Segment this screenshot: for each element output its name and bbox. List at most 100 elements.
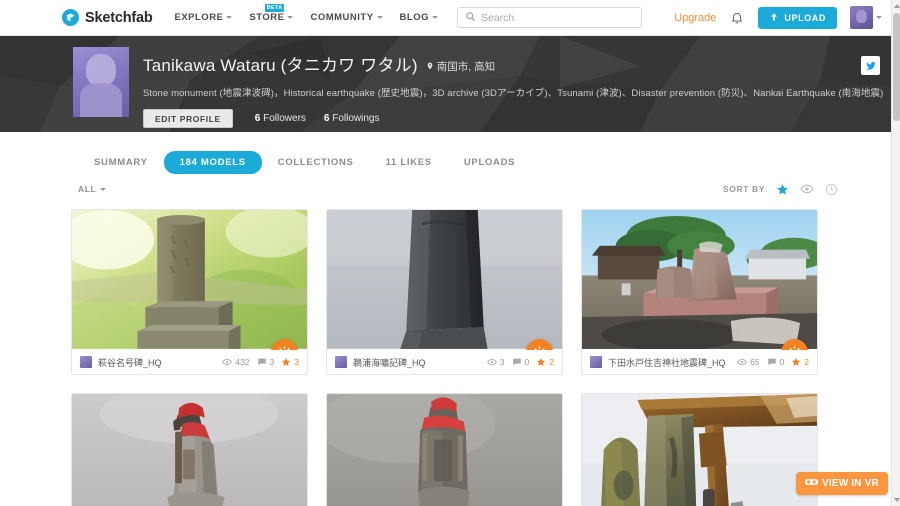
star-icon <box>792 357 801 366</box>
profile-tags: Stone monument (地震津波碑)，Historical earthq… <box>143 88 884 99</box>
tab-likes[interactable]: 11 LIKES <box>370 151 448 174</box>
followings-stat[interactable]: 6 Followings <box>324 113 380 124</box>
profile-name-row: Tanikawa Wataru (タニカワ ワタル) 南国市, 高知 <box>143 51 883 76</box>
view-in-vr-button[interactable]: VIEW IN VR <box>795 472 888 495</box>
model-title[interactable]: 下田水戸住吉神社地震碑_HQ <box>608 356 726 369</box>
model-stats: 65 0 2 <box>737 357 809 367</box>
tab-summary[interactable]: SUMMARY <box>78 151 164 174</box>
nav-item-community[interactable]: COMMUNITY <box>310 12 383 23</box>
chevron-down-icon <box>376 16 383 19</box>
brand-name: Sketchfab <box>85 9 153 26</box>
scrollbar-thumb[interactable] <box>893 13 900 121</box>
chevron-down-icon <box>100 187 107 191</box>
followers-count: 6 <box>254 113 261 124</box>
sketchfab-profile-page: Sketchfab EXPLORE STORE BETA COMMUNITY B… <box>0 0 900 506</box>
tab-models[interactable]: 184 MODELS <box>163 150 262 174</box>
model-card-footer: 萩谷名号碑_HQ 432 3 3 <box>72 350 307 374</box>
vr-goggles-icon <box>804 477 818 490</box>
nav-item-community-label: COMMUNITY <box>310 12 374 23</box>
model-thumbnail[interactable] <box>327 210 562 350</box>
chevron-down-icon <box>876 16 882 19</box>
model-likes-count: 2 <box>804 357 809 367</box>
search-box[interactable] <box>457 7 642 28</box>
followings-label: Followings <box>332 113 380 124</box>
model-card[interactable] <box>581 393 818 506</box>
scroll-down-arrow-icon[interactable] <box>893 498 900 502</box>
beta-badge: BETA <box>264 4 285 12</box>
location-pin-icon <box>427 62 433 70</box>
filter-all-dropdown[interactable]: ALL <box>78 184 107 194</box>
model-comments-count: 3 <box>269 357 275 367</box>
model-likes: 3 <box>281 357 299 367</box>
profile-avatar[interactable] <box>73 47 129 117</box>
model-views-count: 432 <box>235 357 250 367</box>
model-thumbnail[interactable] <box>327 394 562 506</box>
scroll-up-arrow-icon[interactable] <box>893 4 900 8</box>
model-views: 432 <box>222 357 250 367</box>
model-comments: 0 <box>512 357 529 367</box>
model-thumbnail[interactable] <box>582 394 817 506</box>
nav-item-blog-label: BLOG <box>399 12 429 23</box>
comment-icon <box>767 358 776 366</box>
star-icon <box>282 357 291 366</box>
sun-gear-icon <box>534 346 545 350</box>
model-likes-count: 2 <box>549 357 554 367</box>
chevron-down-icon <box>226 16 233 19</box>
nav-item-explore[interactable]: EXPLORE <box>175 12 233 23</box>
nav-item-explore-label: EXPLORE <box>174 12 224 23</box>
model-title[interactable]: 鵜浦海嘯記碑_HQ <box>353 356 426 369</box>
thumbnail-art-shelter-markers <box>582 394 817 506</box>
sort-by-views-icon[interactable] <box>800 182 814 196</box>
nav-item-store[interactable]: STORE BETA <box>249 4 294 23</box>
thumbnail-art-grey-stele <box>327 210 562 349</box>
model-card[interactable]: 下田水戸住吉神社地震碑_HQ 65 0 2 <box>581 209 818 375</box>
thumbnail-art-outdoor-rock <box>582 210 817 349</box>
chevron-down-icon <box>287 16 294 19</box>
model-card[interactable]: 鵜浦海嘯記碑_HQ 3 0 2 <box>326 209 563 375</box>
page-scrollbar[interactable] <box>891 0 900 506</box>
top-navigation-bar: Sketchfab EXPLORE STORE BETA COMMUNITY B… <box>0 0 900 36</box>
model-thumbnail[interactable] <box>72 210 307 350</box>
tab-collections[interactable]: COLLECTIONS <box>262 151 370 174</box>
comment-icon <box>512 358 521 366</box>
model-stats: 432 3 3 <box>222 357 299 367</box>
nav-item-blog[interactable]: BLOG <box>400 12 438 23</box>
model-views-count: 3 <box>499 357 505 367</box>
filter-all-label: ALL <box>78 184 97 194</box>
sketchfab-logo-link[interactable]: Sketchfab <box>62 9 153 26</box>
model-card-footer: 鵜浦海嘯記碑_HQ 3 0 2 <box>327 350 562 374</box>
upgrade-link[interactable]: Upgrade <box>674 12 716 24</box>
model-comments: 0 <box>767 357 784 367</box>
model-card[interactable]: 萩谷名号碑_HQ 432 3 3 <box>71 209 308 375</box>
upload-button[interactable]: UPLOAD <box>758 6 837 29</box>
model-author-avatar <box>80 356 92 368</box>
model-views: 65 <box>737 357 760 367</box>
search-input[interactable] <box>481 11 634 24</box>
profile-location-label: 南国市, 高知 <box>436 60 496 73</box>
twitter-share-button[interactable] <box>861 56 880 75</box>
model-views: 3 <box>486 357 505 367</box>
thumbnail-art-forest-monument <box>72 210 307 349</box>
tab-uploads[interactable]: UPLOADS <box>448 151 531 174</box>
sort-by-recent-icon[interactable] <box>825 183 838 196</box>
model-title[interactable]: 萩谷名号碑_HQ <box>98 356 162 369</box>
model-thumbnail[interactable] <box>72 394 307 506</box>
upload-button-label: UPLOAD <box>784 12 826 23</box>
sun-gear-icon <box>279 346 290 350</box>
model-views-count: 65 <box>750 357 760 367</box>
notification-bell-icon[interactable] <box>730 11 744 25</box>
model-thumbnail[interactable] <box>582 210 817 350</box>
followings-count: 6 <box>323 113 330 124</box>
edit-profile-button[interactable]: EDIT PROFILE <box>143 109 233 128</box>
star-icon <box>537 357 546 366</box>
eye-icon <box>737 358 747 366</box>
profile-details: Tanikawa Wataru (タニカワ ワタル) 南国市, 高知 Stone… <box>143 47 883 128</box>
followers-label: Followers <box>263 113 306 124</box>
model-card[interactable] <box>71 393 308 506</box>
nav-item-store-label: STORE <box>249 12 285 23</box>
model-card[interactable] <box>326 393 563 506</box>
followers-stat[interactable]: 6 Followers <box>255 113 306 124</box>
sort-by-star-icon[interactable] <box>776 183 789 196</box>
user-menu[interactable] <box>850 6 882 29</box>
model-author-avatar <box>590 356 602 368</box>
